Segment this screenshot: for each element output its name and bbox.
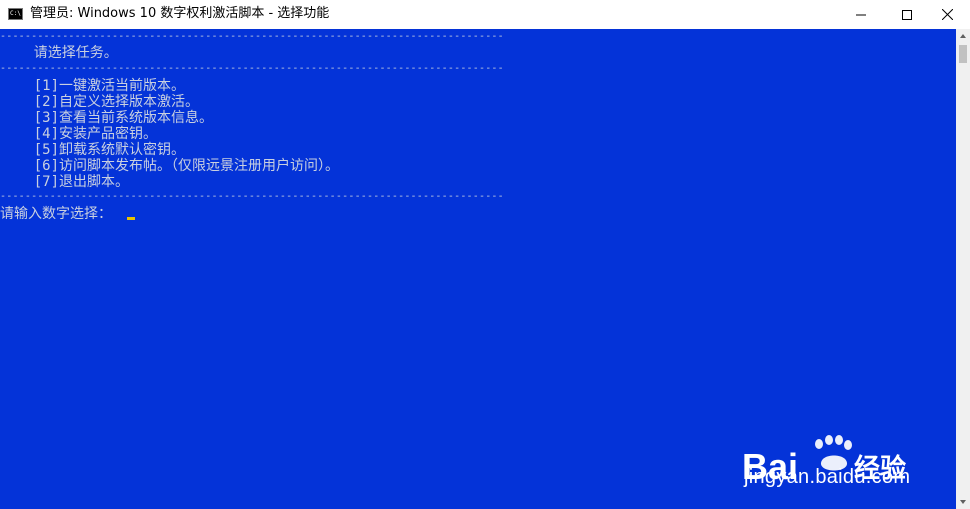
console-window: C:\ 管理员: Windows 10 数字权利激活脚本 - 选择功能 ----… <box>0 0 970 509</box>
menu-header: 请选择任务。 <box>0 45 118 61</box>
menu-item-7: [7]退出脚本。 <box>0 174 130 190</box>
minimize-icon <box>856 14 866 15</box>
scroll-thumb[interactable] <box>959 45 967 63</box>
separator-line: ----------------------------------------… <box>0 31 502 42</box>
menu-item-5: [5]卸载系统默认密钥。 <box>0 142 186 158</box>
text-cursor <box>127 217 135 220</box>
menu-item-6: [6]访问脚本发布帖。（仅限远景注册用户访问）。 <box>0 158 339 174</box>
menu-item-4: [4]安装产品密钥。 <box>0 126 158 142</box>
input-prompt: 请输入数字选择： <box>0 206 112 222</box>
console-app-icon[interactable]: C:\ <box>8 8 23 20</box>
menu-item-2: [2]自定义选择版本激活。 <box>0 94 200 110</box>
maximize-icon <box>902 9 912 20</box>
menu-item-3: [3]查看当前系统版本信息。 <box>0 110 214 126</box>
close-button[interactable] <box>924 0 970 29</box>
title-bar[interactable]: C:\ 管理员: Windows 10 数字权利激活脚本 - 选择功能 <box>0 0 970 29</box>
window-title: 管理员: Windows 10 数字权利激活脚本 - 选择功能 <box>30 6 330 21</box>
close-icon <box>941 9 953 20</box>
app-icon-glyph: C:\ <box>10 10 21 17</box>
menu-item-1: [1]一键激活当前版本。 <box>0 78 186 94</box>
chevron-up-icon <box>960 34 966 38</box>
watermark-url: jingyan.baidu.com <box>744 466 911 488</box>
chevron-down-icon <box>960 500 966 504</box>
scroll-up-button[interactable] <box>956 29 970 43</box>
scroll-down-button[interactable] <box>956 495 970 509</box>
vertical-scrollbar[interactable] <box>956 29 970 509</box>
separator-line: ----------------------------------------… <box>0 191 502 202</box>
separator-line: ----------------------------------------… <box>0 63 502 74</box>
console-output[interactable]: ----------------------------------------… <box>0 29 956 509</box>
minimize-button[interactable] <box>838 0 884 29</box>
